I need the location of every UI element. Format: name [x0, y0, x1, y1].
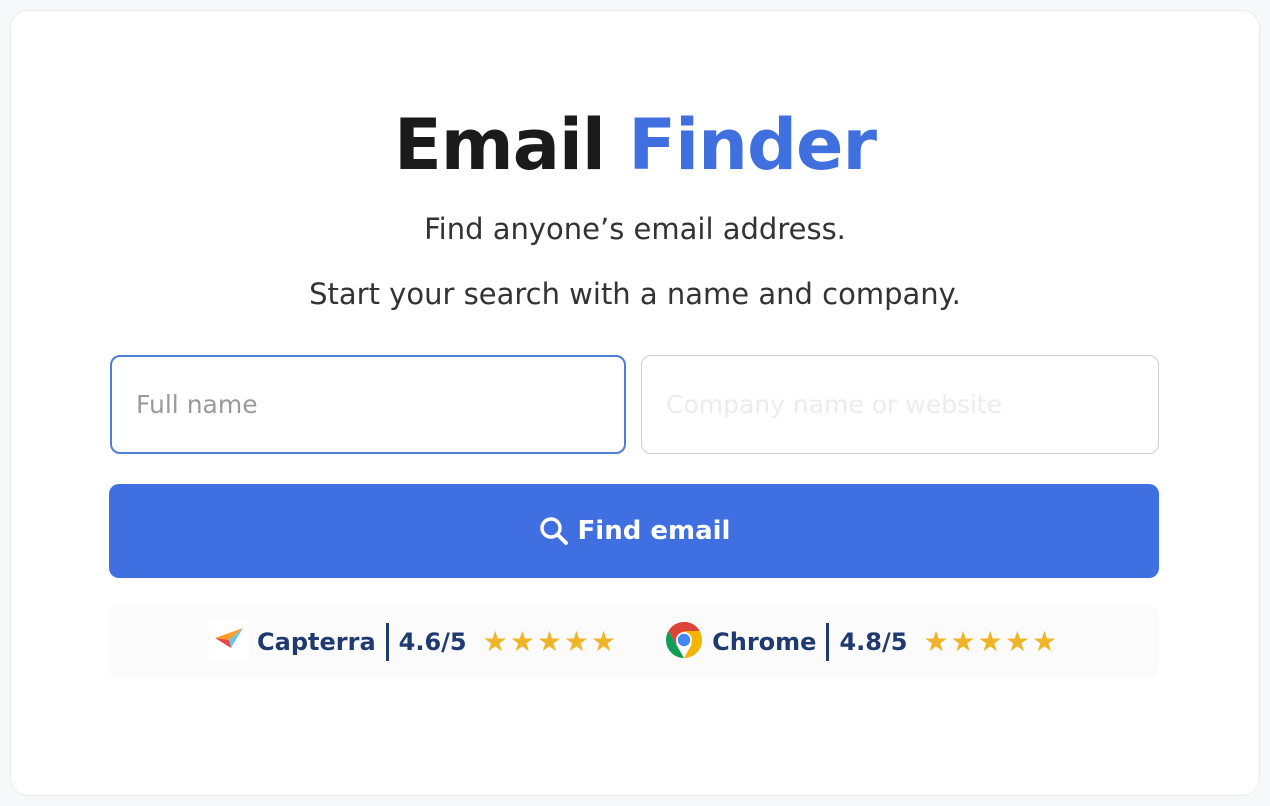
- subtitle-start-search: Start your search with a name and compan…: [309, 277, 961, 311]
- capterra-logo-icon: [209, 620, 250, 664]
- title-main: Email: [393, 104, 606, 186]
- title-accent: Finder: [628, 104, 877, 186]
- find-email-button[interactable]: Find email: [109, 484, 1159, 578]
- find-email-label: Find email: [577, 516, 731, 546]
- capterra-stars: ★★★★★: [482, 625, 619, 658]
- divider: [826, 623, 830, 661]
- chrome-logo-icon: [664, 620, 704, 664]
- capterra-name: Capterra: [257, 628, 376, 656]
- chrome-score: 4.8/5: [839, 628, 908, 656]
- search-icon: [538, 515, 570, 547]
- ratings-bar: Capterra 4.6/5 ★★★★★ Chrome 4.8/5 ★★★★★: [109, 606, 1159, 678]
- page-title: Email Finder: [0, 100, 1270, 190]
- company-input[interactable]: [641, 355, 1159, 454]
- divider: [385, 623, 389, 661]
- subtitle-find-anyone: Find anyone’s email address.: [424, 212, 846, 246]
- rating-chrome: Chrome 4.8/5 ★★★★★: [664, 606, 1059, 678]
- rating-capterra: Capterra 4.6/5 ★★★★★: [209, 606, 618, 678]
- full-name-input[interactable]: [110, 355, 626, 454]
- capterra-score: 4.6/5: [398, 628, 467, 656]
- chrome-name: Chrome: [712, 628, 817, 656]
- chrome-stars: ★★★★★: [923, 625, 1059, 658]
